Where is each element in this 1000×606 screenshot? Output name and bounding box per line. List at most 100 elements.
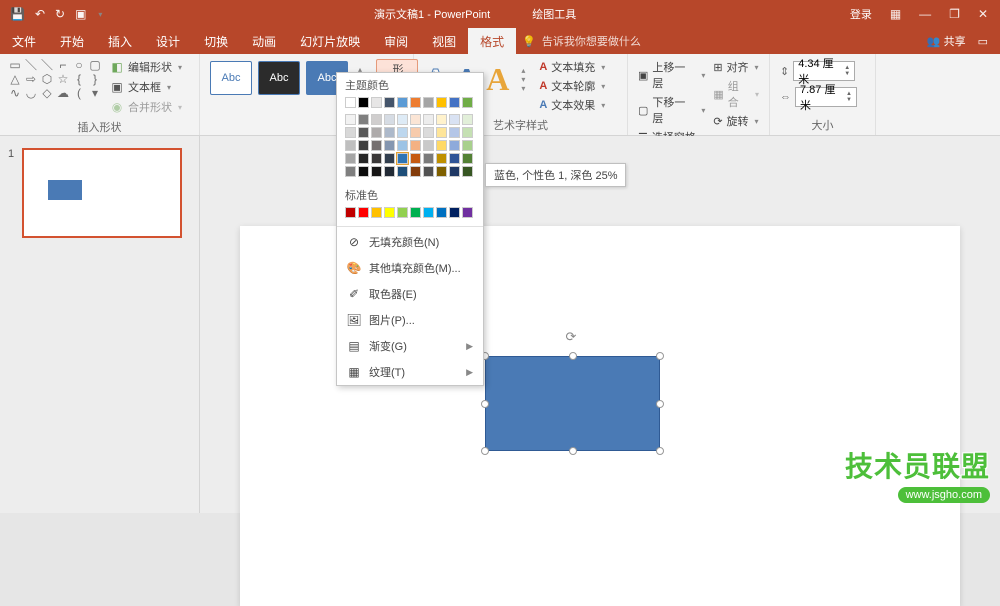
shape-lbrace-icon[interactable]: { (72, 73, 86, 85)
color-swatch[interactable] (423, 97, 434, 108)
color-swatch[interactable] (397, 166, 408, 177)
color-swatch[interactable] (358, 207, 369, 218)
resize-handle[interactable] (569, 447, 577, 455)
edit-shape-button[interactable]: ◧编辑形状▾ (110, 59, 182, 75)
color-swatch[interactable] (462, 153, 473, 164)
color-swatch[interactable] (345, 140, 356, 151)
resize-handle[interactable] (656, 400, 664, 408)
color-swatch[interactable] (449, 153, 460, 164)
bring-forward-button[interactable]: ▣上移一层▾ (638, 59, 705, 91)
shape-arrow-icon[interactable]: ⇨ (24, 73, 38, 85)
color-swatch[interactable] (397, 140, 408, 151)
color-swatch[interactable] (462, 114, 473, 125)
gradient-fill-item[interactable]: ▤渐变(G)▶ (337, 333, 483, 359)
color-swatch[interactable] (449, 127, 460, 138)
undo-icon[interactable]: ↶ (35, 7, 45, 21)
minimize-icon[interactable]: — (919, 7, 931, 21)
shape-connector-icon[interactable]: ∿ (8, 87, 22, 99)
login-link[interactable]: 登录 (850, 6, 872, 22)
shape-rbrace-icon[interactable]: } (88, 73, 102, 85)
color-swatch[interactable] (423, 127, 434, 138)
tab-file[interactable]: 文件 (0, 28, 48, 54)
redo-icon[interactable]: ↻ (55, 7, 65, 21)
spin-down-icon[interactable]: ▼ (844, 71, 850, 77)
color-swatch[interactable] (423, 153, 434, 164)
texture-fill-item[interactable]: ▦纹理(T)▶ (337, 359, 483, 385)
color-swatch[interactable] (384, 140, 395, 151)
color-swatch[interactable] (384, 127, 395, 138)
restore-icon[interactable]: ❐ (949, 7, 960, 21)
tab-view[interactable]: 视图 (420, 28, 468, 54)
tab-home[interactable]: 开始 (48, 28, 96, 54)
color-swatch[interactable] (397, 153, 408, 164)
color-swatch[interactable] (345, 97, 356, 108)
color-swatch[interactable] (345, 153, 356, 164)
height-input[interactable]: 4.34 厘米▲▼ (793, 61, 855, 81)
send-backward-button[interactable]: ▢下移一层▾ (638, 94, 705, 126)
color-swatch[interactable] (371, 153, 382, 164)
more-colors-item[interactable]: 🎨其他填充颜色(M)... (337, 255, 483, 281)
shape-tri-icon[interactable]: △ (8, 73, 22, 85)
wa-more-icon[interactable]: ▾ (521, 84, 525, 93)
color-swatch[interactable] (436, 153, 447, 164)
color-swatch[interactable] (449, 207, 460, 218)
color-swatch[interactable] (436, 127, 447, 138)
color-swatch[interactable] (384, 114, 395, 125)
color-swatch[interactable] (449, 140, 460, 151)
color-swatch[interactable] (410, 97, 421, 108)
text-outline-button[interactable]: A文本轮廓▾ (539, 78, 605, 94)
color-swatch[interactable] (371, 207, 382, 218)
eyedropper-item[interactable]: ✐取色器(E) (337, 281, 483, 307)
color-swatch[interactable] (371, 140, 382, 151)
color-swatch[interactable] (397, 114, 408, 125)
color-swatch[interactable] (384, 153, 395, 164)
qat-more-icon[interactable]: ▾ (98, 10, 102, 19)
color-swatch[interactable] (397, 127, 408, 138)
color-swatch[interactable] (410, 140, 421, 151)
color-swatch[interactable] (410, 153, 421, 164)
tab-slideshow[interactable]: 幻灯片放映 (288, 28, 372, 54)
wa-down-icon[interactable]: ▾ (521, 75, 525, 84)
shape-more-icon[interactable]: ▾ (88, 87, 102, 99)
color-swatch[interactable] (423, 140, 434, 151)
selected-rectangle-shape[interactable]: ⟳ (485, 356, 660, 451)
color-swatch[interactable] (449, 166, 460, 177)
resize-handle[interactable] (481, 447, 489, 455)
color-swatch[interactable] (384, 97, 395, 108)
color-swatch[interactable] (410, 207, 421, 218)
shape-curve-icon[interactable]: ◡ (24, 87, 38, 99)
color-swatch[interactable] (358, 140, 369, 151)
close-icon[interactable]: ✕ (978, 7, 988, 21)
color-swatch[interactable] (436, 97, 447, 108)
color-swatch[interactable] (371, 166, 382, 177)
tab-format[interactable]: 格式 (468, 28, 516, 54)
color-swatch[interactable] (436, 166, 447, 177)
color-swatch[interactable] (358, 153, 369, 164)
width-input[interactable]: 7.87 厘米▲▼ (795, 87, 857, 107)
slide-thumbnail-1[interactable] (22, 148, 182, 238)
color-swatch[interactable] (345, 114, 356, 125)
shape-line2-icon[interactable]: ＼ (40, 59, 54, 71)
color-swatch[interactable] (358, 127, 369, 138)
start-from-beginning-icon[interactable]: ▣ (75, 7, 86, 21)
color-swatch[interactable] (449, 97, 460, 108)
shape-elbow-icon[interactable]: ⌐ (56, 59, 70, 71)
color-swatch[interactable] (384, 166, 395, 177)
shape-oval-icon[interactable]: ○ (72, 59, 86, 71)
shape-callout-icon[interactable]: ◇ (40, 87, 54, 99)
shape-line-icon[interactable]: ＼ (24, 59, 38, 71)
shape-star-icon[interactable]: ☆ (56, 73, 70, 85)
shapes-gallery[interactable]: ▭ ＼ ＼ ⌐ ○ ▢ △ ⇨ ⬡ ☆ { } ∿ ◡ ◇ ☁ ( ▾ (6, 57, 106, 101)
color-swatch[interactable] (462, 127, 473, 138)
tab-design[interactable]: 设计 (144, 28, 192, 54)
color-swatch[interactable] (462, 140, 473, 151)
text-effects-button[interactable]: A文本效果▾ (539, 97, 605, 113)
rotate-handle-icon[interactable]: ⟳ (566, 329, 580, 343)
color-swatch[interactable] (345, 207, 356, 218)
style-swatch-2[interactable]: Abc (258, 61, 300, 95)
rotate-button[interactable]: ⟳旋转▾ (713, 113, 759, 129)
color-swatch[interactable] (345, 127, 356, 138)
tab-insert[interactable]: 插入 (96, 28, 144, 54)
resize-handle[interactable] (569, 352, 577, 360)
resize-handle[interactable] (656, 352, 664, 360)
